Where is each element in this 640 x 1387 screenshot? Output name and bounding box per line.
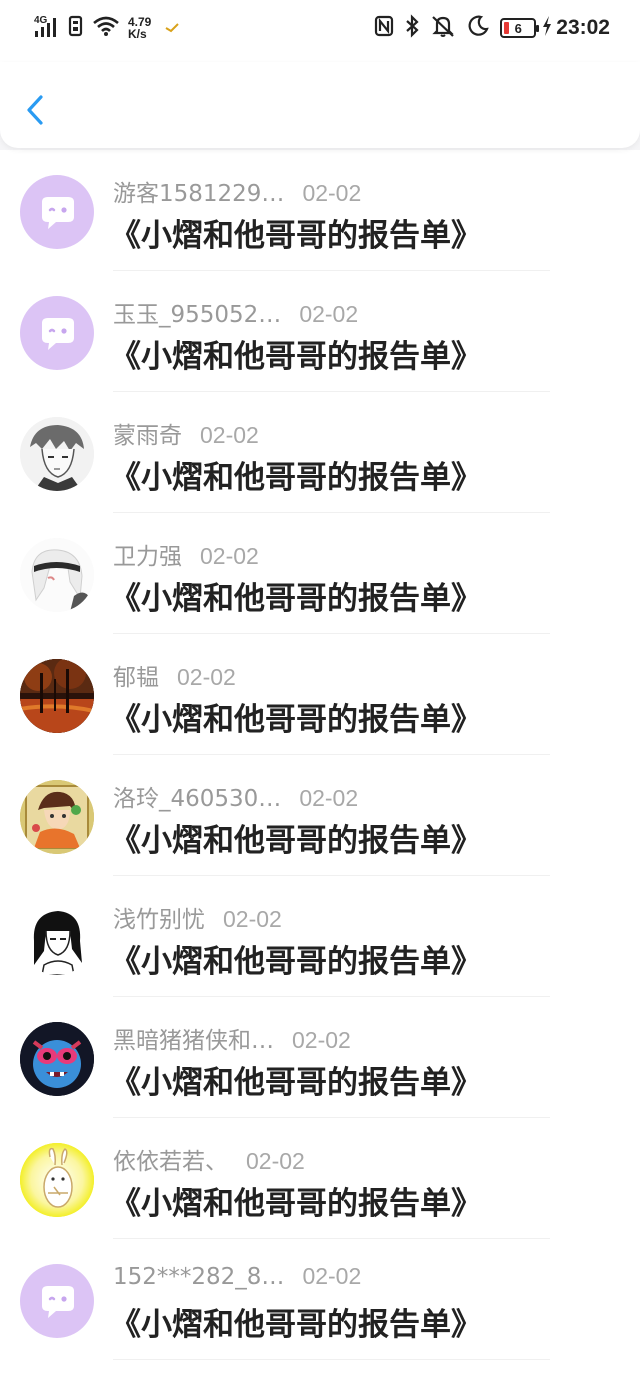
comment-meta: 洛玲_460530… 02-02: [113, 779, 358, 813]
divider: [113, 1359, 550, 1360]
clock: 23:02: [556, 16, 610, 39]
list-item[interactable]: 黑暗猪猪侠和… 02-02 《小熠和他哥哥的报告单》: [0, 997, 640, 1118]
back-button[interactable]: [20, 92, 50, 128]
list-item[interactable]: 洛玲_460530… 02-02 《小熠和他哥哥的报告单》: [0, 755, 640, 876]
list-item[interactable]: 游客1581229… 02-02 《小熠和他哥哥的报告单》: [0, 150, 640, 271]
comment-date: 02-02: [292, 1027, 351, 1053]
battery-level: [504, 22, 510, 34]
avatar[interactable]: [20, 538, 94, 612]
notification-bird-icon: [165, 19, 180, 38]
username[interactable]: 152***282_8…: [113, 1264, 284, 1290]
comment-text: 《小熠和他哥哥的报告单》: [110, 339, 482, 375]
comment-meta: 浅竹别忧 02-02: [113, 900, 282, 934]
white-hair-anime-avatar-icon: [20, 538, 94, 612]
default-chat-avatar-icon: [42, 318, 74, 350]
avatar[interactable]: [20, 417, 94, 491]
comment-date: 02-02: [246, 1148, 305, 1174]
avatar[interactable]: [20, 296, 94, 370]
list-item[interactable]: 蒙雨奇 02-02 《小熠和他哥哥的报告单》: [0, 392, 640, 513]
username[interactable]: 游客1581229…: [113, 174, 284, 208]
status-bar: 4G 4.79 K/s 6 23:02: [0, 0, 640, 62]
list-item[interactable]: 卫力强 02-02 《小熠和他哥哥的报告单》: [0, 513, 640, 634]
comment-meta: 郁韫 02-02: [113, 658, 236, 692]
battery-percent: 6: [514, 20, 522, 36]
comment-meta: 玉玉_955052… 02-02: [113, 295, 358, 329]
comment-meta: 游客1581229… 02-02: [113, 174, 361, 208]
comment-date: 02-02: [302, 1263, 362, 1289]
comment-text: 《小熠和他哥哥的报告单》: [110, 823, 482, 859]
charging-icon: [542, 15, 552, 41]
comment-text: 《小熠和他哥哥的报告单》: [110, 1186, 482, 1222]
wifi-icon: [92, 15, 120, 41]
list-item[interactable]: 浅竹别忧 02-02 《小熠和他哥哥的报告单》: [0, 876, 640, 997]
username[interactable]: 郁韫: [113, 658, 159, 692]
comment-text: 《小熠和他哥哥的报告单》: [110, 218, 482, 254]
battery-indicator: 6: [500, 18, 540, 38]
username[interactable]: 浅竹别忧: [113, 900, 205, 934]
comment-text: 《小熠和他哥哥的报告单》: [110, 581, 482, 617]
chevron-left-icon: [27, 95, 43, 125]
avatar[interactable]: [20, 780, 94, 854]
autumn-forest-avatar-icon: [20, 659, 94, 733]
comment-meta: 黑暗猪猪侠和… 02-02: [113, 1021, 351, 1055]
anime-boy-sketch-avatar-icon: [20, 417, 94, 491]
sim-icon: [68, 14, 84, 42]
page: 4G 4.79 K/s 6 23:02 游客1581229… 02-02 《小熠…: [0, 0, 640, 1387]
username[interactable]: 黑暗猪猪侠和…: [113, 1021, 274, 1055]
comment-text: 《小熠和他哥哥的报告单》: [110, 460, 482, 496]
avatar[interactable]: [20, 1022, 94, 1096]
signal-type: 4G: [34, 15, 48, 26]
default-chat-avatar-icon: [42, 197, 74, 229]
network-speed-unit: K/s: [128, 27, 147, 41]
comment-date: 02-02: [299, 301, 359, 327]
comment-date: 02-02: [302, 180, 362, 206]
list-item[interactable]: 郁韫 02-02 《小熠和他哥哥的报告单》: [0, 634, 640, 755]
avatar[interactable]: [20, 1264, 94, 1338]
status-left: 4G 4.79 K/s: [34, 14, 180, 42]
avatar[interactable]: [20, 175, 94, 249]
signal-icon: 4G: [34, 14, 64, 42]
username[interactable]: 依依若若、: [113, 1142, 228, 1176]
comment-text: 《小熠和他哥哥的报告单》: [110, 1065, 482, 1101]
username[interactable]: 洛玲_460530…: [113, 779, 281, 813]
list-item[interactable]: 玉玉_955052… 02-02 《小熠和他哥哥的报告单》: [0, 271, 640, 392]
avatar[interactable]: [20, 1143, 94, 1217]
comment-text: 《小熠和他哥哥的报告单》: [110, 702, 482, 738]
anime-girl-colorful-avatar-icon: [20, 780, 94, 854]
default-chat-avatar-icon: [42, 1286, 74, 1318]
status-right: 6 23:02: [374, 14, 610, 42]
comment-date: 02-02: [200, 543, 259, 569]
username[interactable]: 卫力强: [113, 537, 182, 571]
yellow-bunny-avatar-icon: [20, 1143, 94, 1217]
comment-meta: 152***282_8… 02-02: [113, 1263, 361, 1290]
comment-date: 02-02: [299, 785, 359, 811]
comment-date: 02-02: [177, 664, 236, 690]
mute-bell-icon: [430, 14, 456, 42]
comment-date: 02-02: [200, 422, 259, 448]
username[interactable]: 蒙雨奇: [113, 416, 182, 450]
header-bar: [0, 62, 640, 148]
avatar[interactable]: [20, 901, 94, 975]
blue-cartoon-avatar-icon: [20, 1022, 94, 1096]
comment-list[interactable]: 游客1581229… 02-02 《小熠和他哥哥的报告单》 玉玉_955052……: [0, 150, 640, 1387]
black-hair-anime-avatar-icon: [20, 901, 94, 975]
comment-meta: 依依若若、 02-02: [113, 1142, 305, 1176]
comment-text: 《小熠和他哥哥的报告单》: [110, 1307, 482, 1343]
list-item[interactable]: 152***282_8… 02-02 《小熠和他哥哥的报告单》: [0, 1239, 640, 1360]
comment-text: 《小熠和他哥哥的报告单》: [110, 944, 482, 980]
do-not-disturb-moon-icon: [466, 14, 490, 42]
username[interactable]: 玉玉_955052…: [113, 295, 281, 329]
comment-meta: 卫力强 02-02: [113, 537, 259, 571]
network-speed: 4.79 K/s: [128, 16, 151, 40]
comment-date: 02-02: [223, 906, 282, 932]
list-item[interactable]: 依依若若、 02-02 《小熠和他哥哥的报告单》: [0, 1118, 640, 1239]
bluetooth-icon: [404, 14, 420, 42]
avatar[interactable]: [20, 659, 94, 733]
comment-meta: 蒙雨奇 02-02: [113, 416, 259, 450]
nfc-icon: [374, 14, 394, 42]
